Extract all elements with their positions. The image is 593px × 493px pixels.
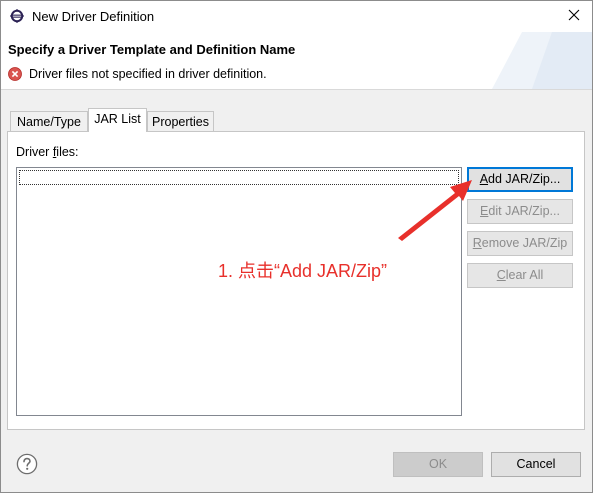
remove-jar-zip-button[interactable]: Remove JAR/Zip: [467, 231, 573, 256]
new-driver-definition-dialog: New Driver Definition Specify a Driver T…: [0, 0, 593, 493]
eclipse-icon: [10, 9, 24, 23]
edit-jar-zip-button[interactable]: Edit JAR/Zip...: [467, 199, 573, 224]
close-icon: [568, 9, 580, 24]
ok-button[interactable]: OK: [393, 452, 483, 477]
error-message: Driver files not specified in driver def…: [29, 67, 267, 81]
close-button[interactable]: [560, 3, 588, 29]
clear-all-button[interactable]: Clear All: [467, 263, 573, 288]
title-bar: New Driver Definition: [1, 1, 592, 32]
wizard-header: Specify a Driver Template and Definition…: [1, 32, 592, 90]
add-jar-zip-button[interactable]: Add JAR/Zip...: [467, 167, 573, 192]
list-focus-indicator: [19, 170, 459, 185]
error-icon: [8, 67, 22, 81]
help-icon[interactable]: [16, 453, 38, 475]
annotation-label: 1. 点击“Add JAR/Zip”: [218, 261, 388, 281]
cancel-button[interactable]: Cancel: [491, 452, 581, 477]
window-title: New Driver Definition: [32, 9, 155, 24]
header-decoration: [492, 32, 592, 89]
driver-files-label: Driver files:: [16, 145, 79, 159]
tab-jar-list[interactable]: JAR List: [88, 108, 147, 132]
tab-name-type[interactable]: Name/Type: [10, 111, 88, 132]
tab-properties[interactable]: Properties: [147, 111, 214, 132]
wizard-page-title: Specify a Driver Template and Definition…: [8, 42, 296, 57]
driver-files-list[interactable]: [16, 167, 462, 416]
